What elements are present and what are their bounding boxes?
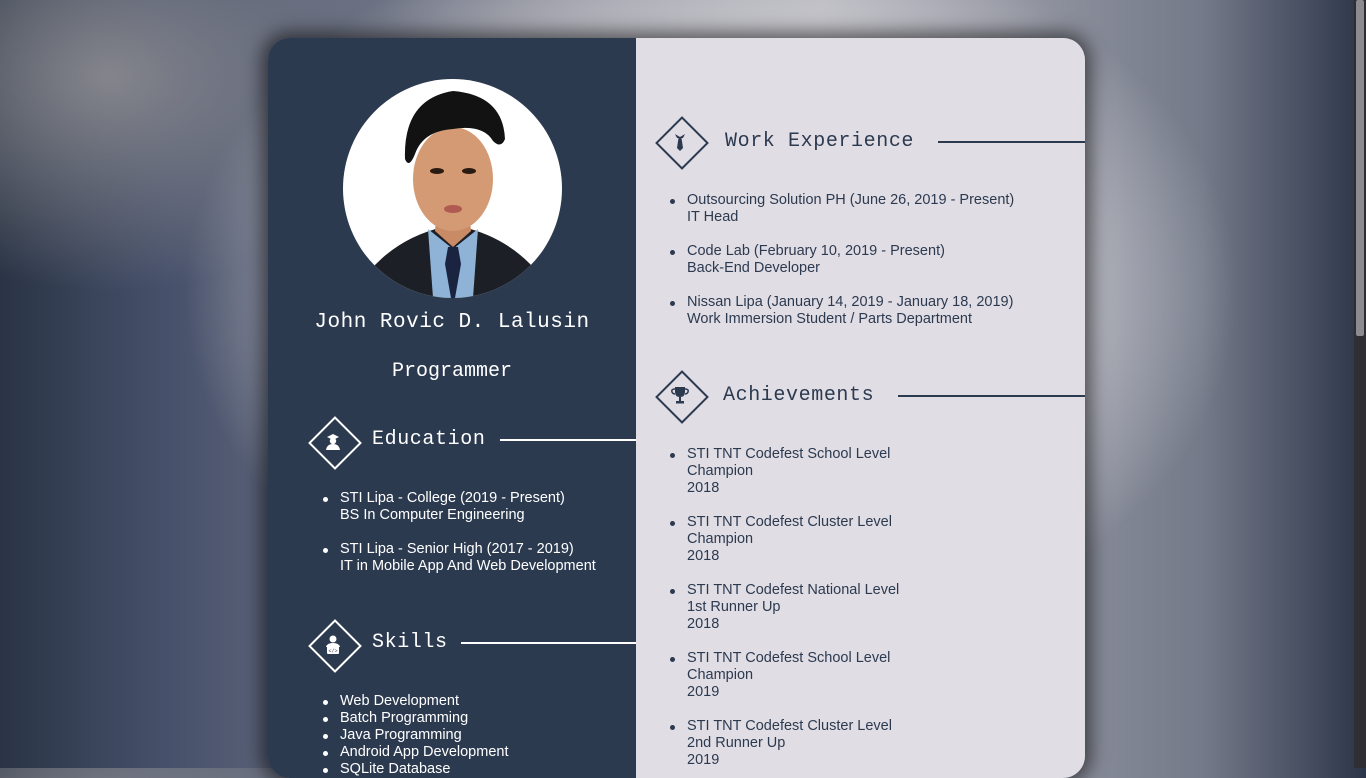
- skills-list: Web Development Batch Programming Java P…: [322, 693, 508, 778]
- achievement-item: STI TNT Codefest School Level Champion 2…: [669, 650, 899, 701]
- achievements-divider: [898, 395, 1085, 397]
- work-item: Outsourcing Solution PH (June 26, 2019 -…: [669, 192, 1014, 226]
- education-title: Education: [372, 428, 486, 451]
- work-item: Code Lab (February 10, 2019 - Present) B…: [669, 243, 1014, 277]
- achievement-item: STI TNT Codefest National Level 1st Runn…: [669, 582, 899, 633]
- achievement-item: STI TNT Codefest Cluster Level 2nd Runne…: [669, 718, 899, 769]
- skill-item: Android App Development: [322, 744, 508, 761]
- resume-card: John Rovic D. Lalusin Programmer Educati…: [268, 38, 1085, 778]
- skill-item: SQLite Database: [322, 761, 508, 778]
- scrollbar-thumb[interactable]: [1356, 0, 1364, 336]
- right-panel: Work Experience Outsourcing Solution PH …: [636, 38, 1085, 778]
- education-item: STI Lipa - Senior High (2017 - 2019) IT …: [322, 541, 596, 575]
- profile-name: John Rovic D. Lalusin: [314, 311, 590, 334]
- work-divider: [938, 141, 1085, 143]
- necktie-icon: [675, 134, 685, 151]
- work-title: Work Experience: [725, 130, 915, 153]
- trophy-icon: [671, 387, 689, 404]
- achievement-item: STI TNT Codefest School Level Champion 2…: [669, 446, 899, 497]
- work-experience-list: Outsourcing Solution PH (June 26, 2019 -…: [669, 192, 1014, 345]
- skills-divider: [461, 642, 636, 644]
- coder-icon: </>: [326, 635, 340, 655]
- achievements-list: STI TNT Codefest School Level Champion 2…: [669, 446, 899, 778]
- svg-text:</>: </>: [328, 649, 337, 655]
- education-divider: [500, 439, 636, 441]
- skill-item: Batch Programming: [322, 710, 508, 727]
- education-list: STI Lipa - College (2019 - Present) BS I…: [322, 490, 596, 592]
- skill-item: Web Development: [322, 693, 508, 710]
- achievements-title: Achievements: [723, 384, 875, 407]
- profile-role: Programmer: [391, 360, 513, 383]
- avatar: [343, 79, 562, 298]
- skill-item: Java Programming: [322, 727, 508, 744]
- achievement-item: STI TNT Codefest Cluster Level Champion …: [669, 514, 899, 565]
- work-item: Nissan Lipa (January 14, 2019 - January …: [669, 294, 1014, 328]
- page-scrollbar[interactable]: [1354, 0, 1366, 768]
- skills-title: Skills: [372, 631, 448, 654]
- profile-photo: [363, 91, 543, 298]
- left-panel: John Rovic D. Lalusin Programmer Educati…: [268, 38, 636, 778]
- education-item: STI Lipa - College (2019 - Present) BS I…: [322, 490, 596, 524]
- graduate-icon: [326, 434, 340, 450]
